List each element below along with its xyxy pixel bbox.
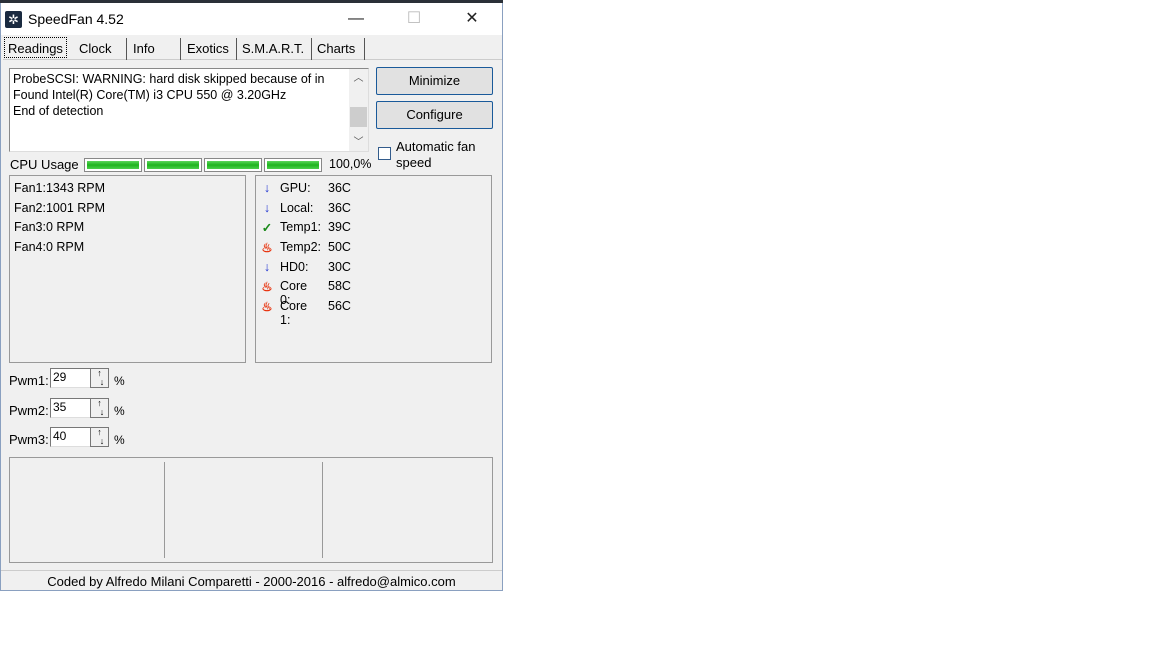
tab-charts[interactable]: Charts (313, 38, 365, 60)
cpu-usage-label: CPU Usage (10, 157, 79, 172)
fan-label: Fan1: (14, 181, 46, 195)
minimize-window-button[interactable]: — (336, 7, 376, 31)
fan-label: Fan2: (14, 201, 46, 215)
temp-label: HD0: (280, 260, 309, 274)
fans-panel: Fan1:1343 RPM Fan2:1001 RPM Fan3:0 RPM F… (9, 175, 246, 363)
temp-label: GPU: (280, 181, 311, 195)
configure-button[interactable]: Configure (376, 101, 493, 129)
minimize-button[interactable]: Minimize (376, 67, 493, 95)
fan-value: 0 RPM (45, 220, 85, 234)
cpu-core-bar (264, 158, 322, 172)
fan-value: 0 RPM (45, 240, 85, 254)
fan-label: Fan3: (14, 220, 46, 234)
tab-info[interactable]: Info (129, 38, 181, 60)
temp-value: 36C (328, 201, 351, 215)
temp-value: 50C (328, 240, 351, 254)
fan-value: 1001 RPM (45, 201, 106, 215)
automatic-fan-speed-checkbox[interactable] (378, 147, 391, 160)
temp-label: Local: (280, 201, 314, 215)
log-line: End of detection (13, 104, 104, 118)
log-line: ProbeSCSI: WARNING: hard disk skipped be… (13, 72, 325, 86)
pwm2-input[interactable]: 35 (50, 398, 92, 418)
arrow-down-icon: ↓ (263, 181, 271, 195)
bottom-panel (9, 457, 493, 563)
pwm1-spinner-icon[interactable]: ↑ ↓ (90, 368, 109, 388)
pwm3-spinner-icon[interactable]: ↑ ↓ (90, 427, 109, 447)
tab-smart[interactable]: S.M.A.R.T. (238, 38, 312, 60)
pwm1-label: Pwm1: (9, 373, 49, 388)
log-scrollbar[interactable]: ︿ ﹀ (349, 69, 368, 151)
flame-icon: ♨ (261, 241, 273, 255)
tab-readings[interactable]: Readings (4, 37, 67, 58)
temp-label: Temp2: (280, 240, 321, 254)
pwm3-input[interactable]: 40 (50, 427, 92, 447)
automatic-fan-speed-label: Automatic fan speed (396, 139, 476, 170)
pwm2-label: Pwm2: (9, 403, 49, 418)
check-icon: ✓ (261, 221, 273, 235)
maximize-window-button[interactable]: ☐ (394, 7, 434, 31)
pwm2-unit: % (114, 404, 125, 418)
tab-exotics[interactable]: Exotics (183, 38, 237, 60)
fan-value: 1343 RPM (45, 181, 106, 195)
temp-value: 30C (328, 260, 351, 274)
tab-bar: Readings Clock Info Exotics S.M.A.R.T. C… (3, 37, 502, 60)
arrow-down-icon: ↓ (263, 201, 271, 215)
scroll-up-icon[interactable]: ︿ (349, 71, 368, 87)
cpu-core-bar (144, 158, 202, 172)
speedfan-window: ✲ SpeedFan 4.52 — ☐ ✕ Readings Clock Inf… (0, 3, 503, 591)
pwm3-label: Pwm3: (9, 432, 49, 447)
fan-reading: Fan2:1001 RPM (14, 201, 105, 215)
fan-app-icon: ✲ (5, 11, 22, 28)
cpu-core-bar (84, 158, 142, 172)
flame-icon: ♨ (261, 300, 273, 314)
close-window-button[interactable]: ✕ (452, 7, 492, 31)
fan-label: Fan4: (14, 240, 46, 254)
scroll-thumb[interactable] (350, 107, 367, 127)
footer-credits: Coded by Alfredo Milani Comparetti - 200… (1, 570, 502, 589)
detection-log[interactable]: ProbeSCSI: WARNING: hard disk skipped be… (9, 68, 369, 152)
temp-value: 58C (328, 279, 351, 293)
arrow-down-icon: ↓ (263, 260, 271, 274)
window-title: SpeedFan 4.52 (28, 11, 124, 27)
pwm2-spinner-icon[interactable]: ↑ ↓ (90, 398, 109, 418)
fan-reading: Fan4:0 RPM (14, 240, 84, 254)
temperatures-panel: ↓ GPU: 36C ↓ Local: 36C ✓ Temp1: 39C ♨ Temp2: 50… (255, 175, 492, 363)
log-line: Found Intel(R) Core(TM) i3 CPU 550 @ 3.2… (13, 88, 287, 102)
temp-value: 36C (328, 181, 351, 195)
divider (164, 462, 165, 558)
pwm1-input[interactable]: 29 (50, 368, 92, 388)
pwm1-unit: % (114, 374, 125, 388)
flame-icon: ♨ (261, 280, 273, 294)
scroll-down-icon[interactable]: ﹀ (349, 135, 368, 151)
temp-value: 56C (328, 299, 351, 313)
temp-value: 39C (328, 220, 351, 234)
fan-reading: Fan3:0 RPM (14, 220, 84, 234)
cpu-core-bar (204, 158, 262, 172)
temp-label: Temp1: (280, 220, 321, 234)
temp-label: Core 1: (280, 299, 308, 327)
title-bar: ✲ SpeedFan 4.52 — ☐ ✕ (1, 3, 502, 35)
cpu-usage-value: 100,0% (329, 157, 372, 171)
fan-reading: Fan1:1343 RPM (14, 181, 105, 195)
divider (322, 462, 323, 558)
tab-clock[interactable]: Clock (75, 38, 127, 60)
pwm3-unit: % (114, 433, 125, 447)
